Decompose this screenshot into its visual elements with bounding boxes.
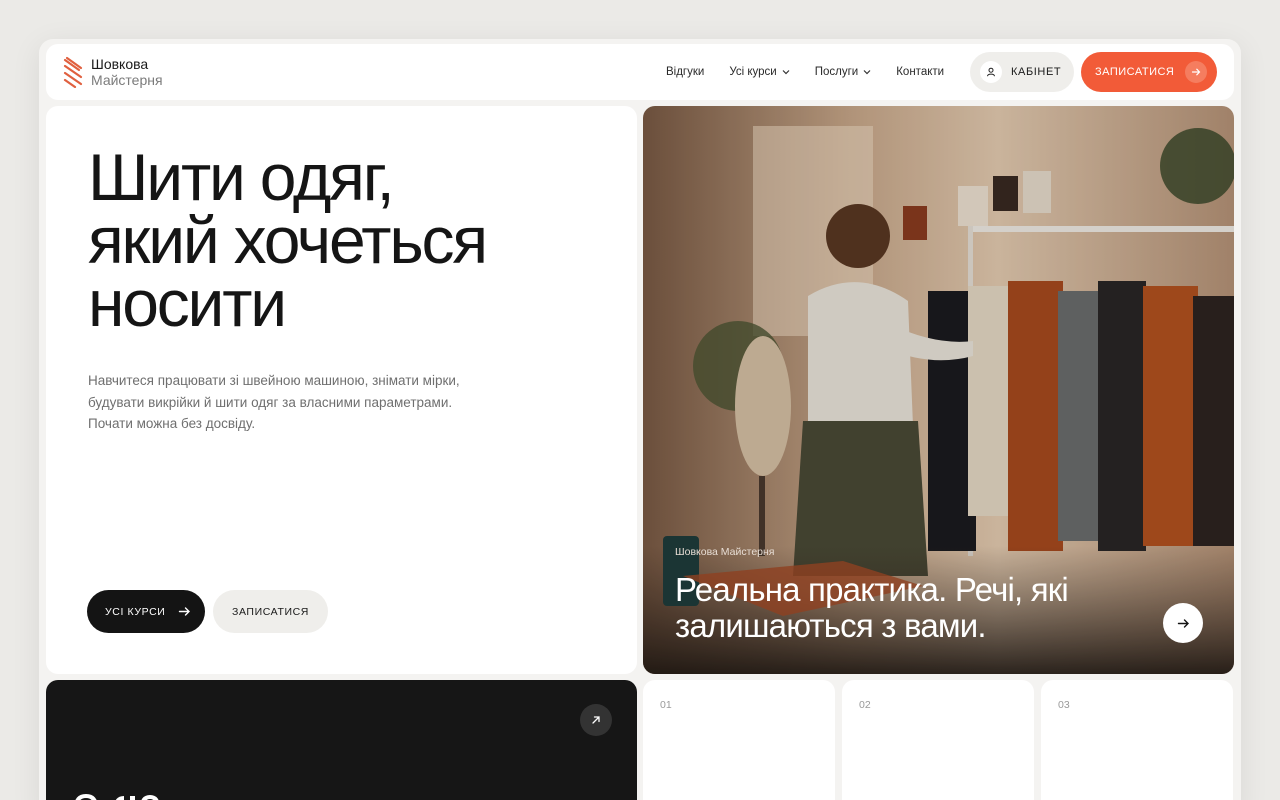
step-card-2[interactable]: 02 [842,680,1034,800]
step-card-1[interactable]: 01 [643,680,835,800]
arrow-right-icon [1185,61,1207,83]
feature-next-button[interactable] [1163,603,1203,643]
hero-subtitle-line: будувати викрійки й шити одяг за власним… [88,394,453,410]
hero-title-line: Шити одяг, [88,140,395,214]
nav-item-label: Послуги [814,66,859,78]
all-courses-button[interactable]: УСІ КУРСИ [87,590,205,633]
main-nav: Відгуки Усі курси Послуги Контакти [666,44,944,100]
feature-caption-line: залишаються з вами. [675,607,987,644]
site-header: Шовкова Майстерня Відгуки Усі курси Посл… [46,44,1234,100]
chevron-down-icon [782,70,790,75]
arrow-up-right-icon[interactable] [580,704,612,736]
step-number: 02 [859,699,871,711]
brand-name: Шовкова Майстерня [91,56,163,88]
hero-signup-label: ЗАПИСАТИСЯ [232,605,309,618]
nav-item-courses[interactable]: Усі курси [729,66,790,78]
nav-item-label: Усі курси [729,66,777,78]
nav-item-reviews[interactable]: Відгуки [666,66,704,78]
stripes-logo-icon [63,56,83,88]
hero-subtitle: Навчитеся працювати зі швейною машиною, … [88,370,508,435]
hero-title-line: який хочеться [88,203,488,277]
hero-title-line: носити [88,266,287,340]
nav-item-label: Відгуки [666,66,705,78]
hero-card: Шити одяг, який хочеться носити Навчитес… [46,106,637,674]
feature-caption: Реальна практика. Речі, які залишаються … [675,572,1135,644]
brand-line1: Шовкова [91,56,149,72]
arrow-right-icon [1177,618,1189,628]
chevron-down-icon [863,70,871,75]
nav-item-contacts[interactable]: Контакти [896,66,944,78]
feature-kicker: Шовкова Майстерня [675,546,775,558]
brand-logo[interactable]: Шовкова Майстерня [63,56,163,88]
user-icon [980,61,1002,83]
cabinet-label: КАБІНЕТ [1011,66,1062,78]
step-number: 03 [1058,699,1070,711]
nav-item-services[interactable]: Послуги [815,66,872,78]
hero-title: Шити одяг, який хочеться носити [88,140,588,340]
brand-line2: Майстерня [91,72,163,88]
hero-subtitle-line: Почати можна без досвіду. [88,416,256,431]
arrow-right-icon [178,607,190,616]
hero-subtitle-line: Навчитеся працювати зі швейною машиною, … [88,373,460,388]
step-number: 01 [660,699,672,711]
all-courses-label: УСІ КУРСИ [105,605,166,618]
feature-caption-line: Реальна практика. Речі, які [675,571,1069,608]
nav-item-label: Контакти [896,66,945,78]
cabinet-button[interactable]: КАБІНЕТ [970,52,1074,92]
feature-image-card: Шовкова Майстерня Реальна практика. Речі… [643,106,1234,674]
signup-label: ЗАПИСАТИСЯ [1095,66,1175,78]
step-card-3[interactable]: 03 [1041,680,1233,800]
hero-signup-button[interactable]: ЗАПИСАТИСЯ [213,590,328,633]
cropped-heading-glyphs [75,793,159,800]
signup-button[interactable]: ЗАПИСАТИСЯ [1081,52,1217,92]
dark-promo-card[interactable] [46,680,637,800]
